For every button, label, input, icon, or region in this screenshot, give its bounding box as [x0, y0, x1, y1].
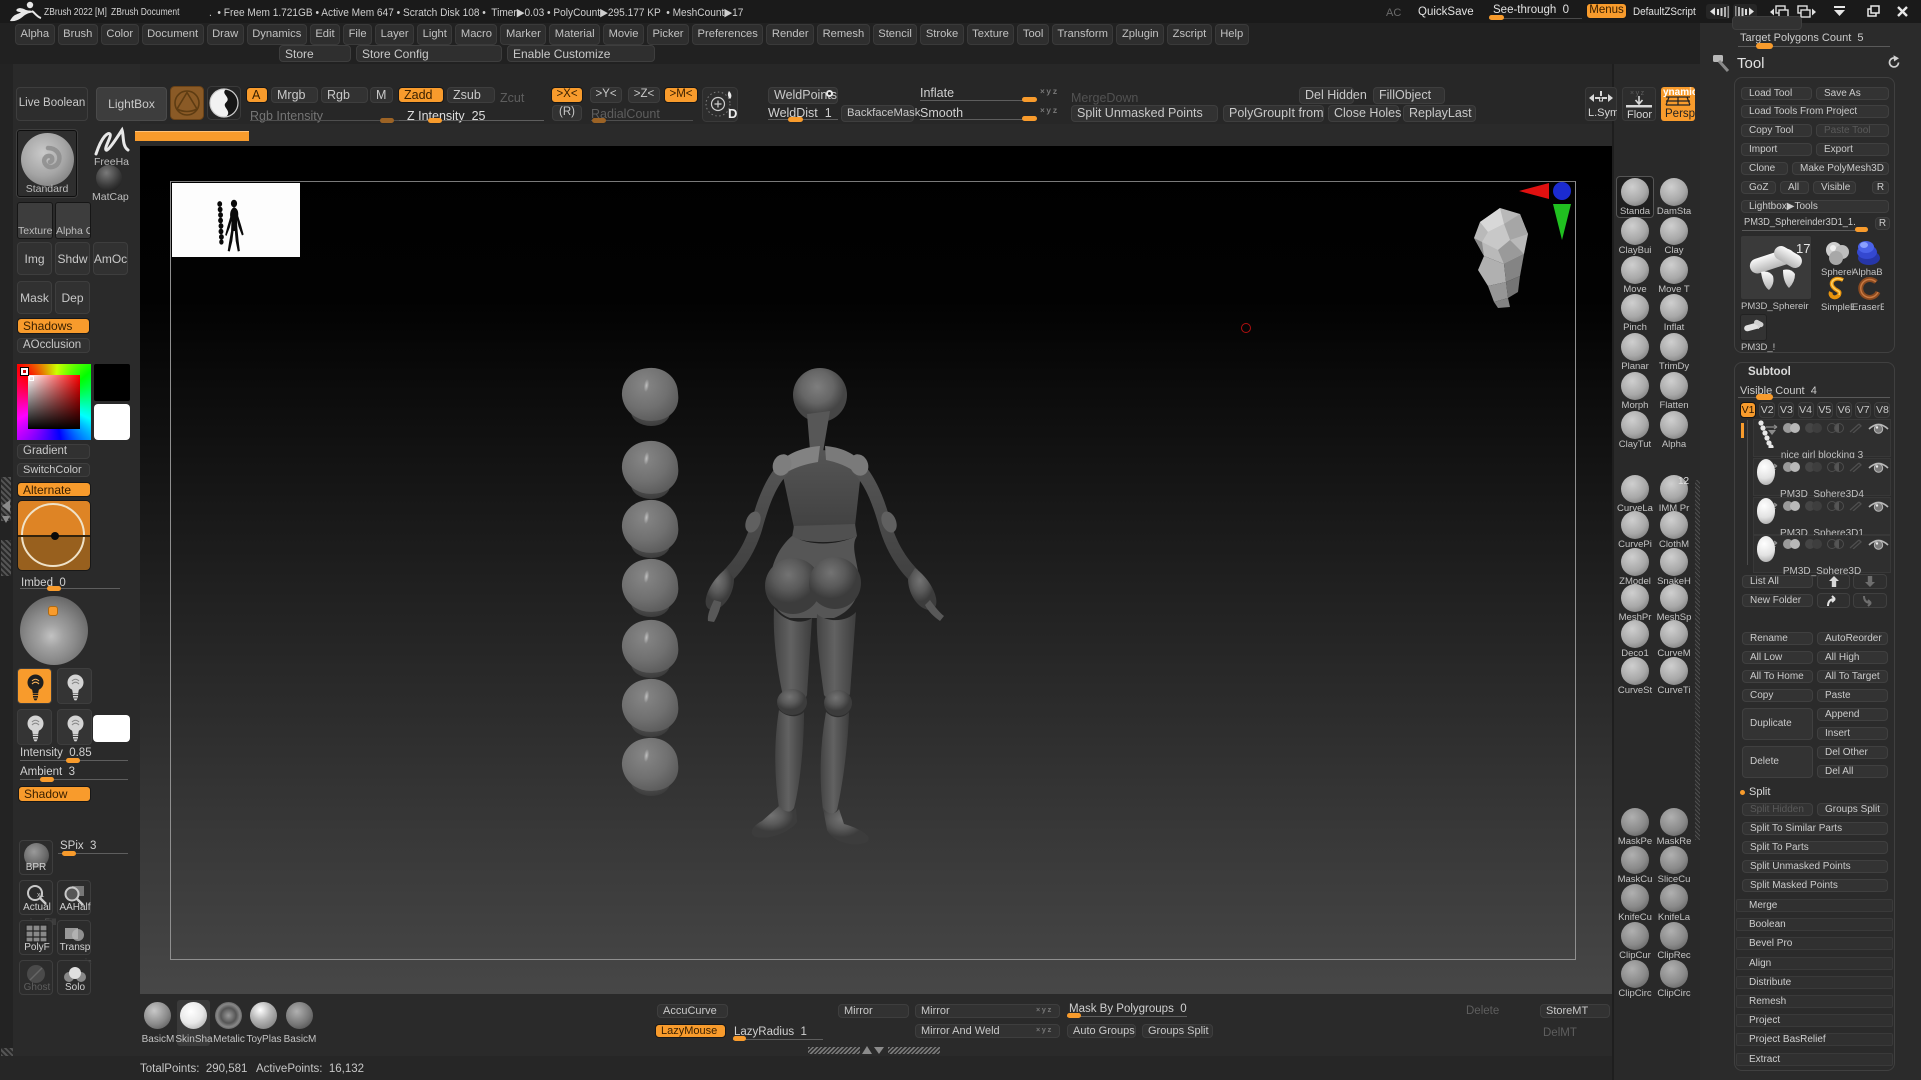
- svg-text:7: 7: [1756, 321, 1762, 332]
- svg-text:Floor: Floor: [1627, 109, 1652, 121]
- svg-text:L.Sym: L.Sym: [1588, 107, 1617, 119]
- svg-text:17: 17: [1796, 241, 1810, 256]
- svg-text:×yz: ×yz: [1630, 90, 1646, 97]
- svg-text:D: D: [728, 106, 737, 121]
- svg-text:ynamic: ynamic: [1663, 87, 1695, 98]
- svg-text:x1: x1: [37, 892, 45, 899]
- svg-text:Persp: Persp: [1665, 108, 1695, 120]
